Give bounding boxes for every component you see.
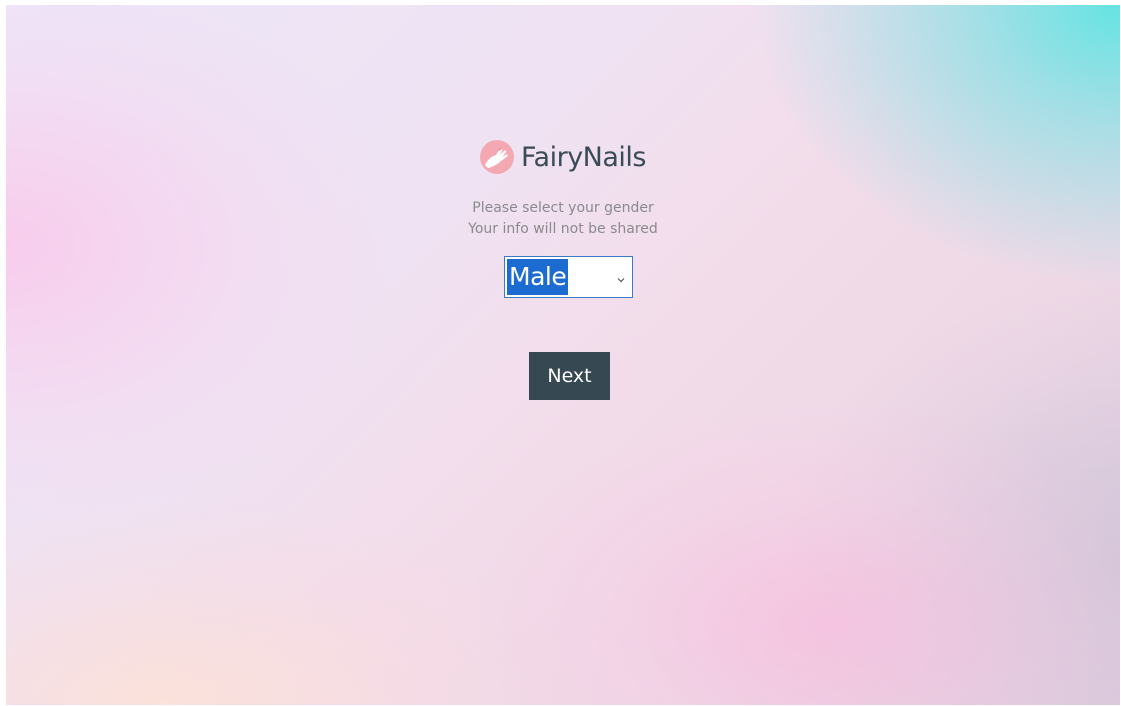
brand-header: FairyNails	[479, 135, 647, 179]
brand-name: FairyNails	[521, 141, 647, 173]
gender-select[interactable]: Male	[504, 256, 633, 298]
page-background: FairyNails Please select your gender You…	[6, 5, 1120, 705]
prompt-line-2: Your info will not be shared	[468, 221, 658, 237]
nail-polish-hand-icon	[479, 139, 515, 175]
prompt-line-1: Please select your gender	[472, 200, 654, 216]
next-button[interactable]: Next	[529, 352, 610, 400]
chevron-down-icon	[616, 272, 626, 283]
gender-select-value: Male	[507, 259, 569, 295]
